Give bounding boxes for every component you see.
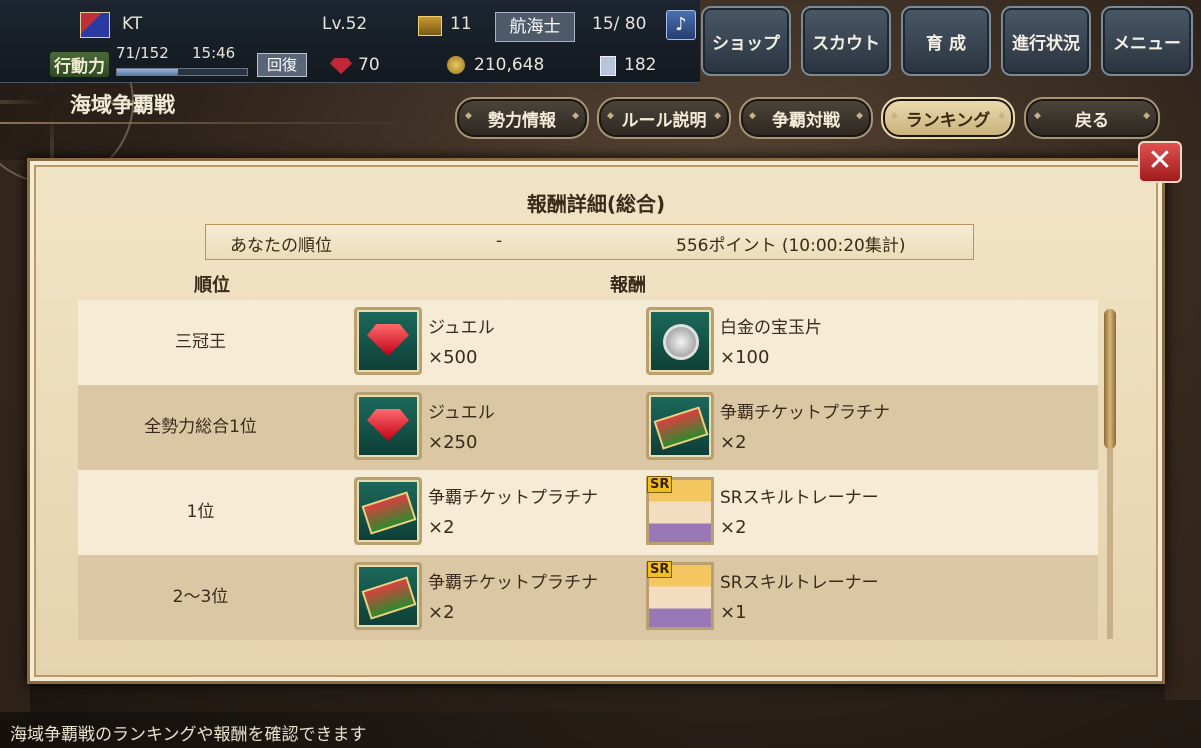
- nation-flag-icon: [80, 12, 110, 38]
- recover-button[interactable]: 回復: [257, 53, 307, 77]
- reward-name: ジュエル: [428, 403, 495, 423]
- stamina-value: 71/152: [116, 44, 169, 62]
- menu-button[interactable]: メニュー: [1101, 6, 1193, 76]
- reward-name: 争覇チケットプラチナ: [428, 573, 598, 593]
- table-row: 1位 争覇チケットプラチナ ×2 SR SRスキルトレーナー ×2: [78, 470, 1098, 555]
- background-beam: [1165, 160, 1201, 700]
- tab-faction-info[interactable]: 勢力情報: [455, 97, 589, 139]
- stamina-timer: 15:46: [192, 44, 236, 62]
- player-name: KT: [122, 14, 143, 34]
- table-row: 2～3位 争覇チケットプラチナ ×2 SR SRスキルトレーナー ×1: [78, 555, 1098, 640]
- reward-quantity: ×2: [428, 517, 455, 538]
- job-badge: 航海士: [495, 12, 575, 42]
- ticket-icon: [354, 477, 422, 545]
- status-bar: KT Lv.52 11 航海士 15/ 80 ♪ 行動力 71/152 15:4…: [0, 0, 700, 83]
- stamina-fill: [117, 69, 179, 75]
- your-points: 556ポイント (10:00:20集計): [676, 236, 906, 256]
- tab-ranking[interactable]: ランキング: [881, 97, 1015, 139]
- reward-quantity: ×500: [428, 347, 478, 368]
- coin-count: 210,648: [474, 55, 545, 75]
- column-header-rank: 順位: [194, 275, 230, 296]
- reward-table[interactable]: 三冠王 ジュエル ×500 白金の宝玉片 ×100 全勢力総合1位 ジュエル ×…: [78, 300, 1098, 640]
- coin-icon: [447, 56, 465, 74]
- sr-badge: SR: [647, 476, 673, 493]
- tab-battle[interactable]: 争覇対戦: [739, 97, 873, 139]
- gem-count: 70: [358, 55, 380, 75]
- jewel-icon: [354, 307, 422, 375]
- player-level: Lv.52: [322, 14, 368, 34]
- training-button[interactable]: 育 成: [901, 6, 991, 76]
- treasure-chest-icon: [418, 16, 442, 36]
- jewel-icon: [354, 392, 422, 460]
- page-title: 海域争覇戦: [70, 93, 175, 117]
- shop-button[interactable]: ショップ: [701, 6, 791, 76]
- back-button[interactable]: 戻る: [1024, 97, 1160, 139]
- music-note-icon[interactable]: ♪: [666, 10, 696, 40]
- reward-quantity: ×2: [720, 517, 747, 538]
- table-row: 全勢力総合1位 ジュエル ×250 争覇チケットプラチナ ×2: [78, 385, 1098, 470]
- reward-quantity: ×100: [720, 347, 770, 368]
- reward-quantity: ×250: [428, 432, 478, 453]
- rank-cell: 2～3位: [172, 587, 229, 607]
- progress-button[interactable]: 進行状況: [1001, 6, 1091, 76]
- your-rank-box: あなたの順位 - 556ポイント (10:00:20集計): [205, 224, 974, 260]
- reward-name: ジュエル: [428, 318, 495, 338]
- stamina-label: 行動力: [50, 52, 109, 77]
- reward-name: 争覇チケットプラチナ: [428, 488, 598, 508]
- close-button[interactable]: ✕: [1138, 141, 1182, 183]
- stamina-bar: [116, 68, 248, 76]
- sr-trainer-portrait-icon: SR: [646, 476, 714, 545]
- your-rank-label: あなたの順位: [230, 236, 332, 256]
- reward-quantity: ×2: [428, 602, 455, 623]
- scrollbar-thumb[interactable]: [1104, 309, 1116, 449]
- reward-name: 白金の宝玉片: [720, 318, 822, 338]
- tab-rules[interactable]: ルール説明: [597, 97, 731, 139]
- title-divider: [0, 122, 420, 124]
- hint-text: 海域争覇戦のランキングや報酬を確認できます: [10, 725, 367, 745]
- gem-icon: [330, 58, 352, 74]
- rank-cell: 全勢力総合1位: [144, 417, 257, 437]
- ticket-icon: [646, 392, 714, 460]
- rank-cell: 三冠王: [175, 332, 226, 352]
- panel-title: 報酬詳細(総合): [526, 192, 666, 216]
- reward-name: 争覇チケットプラチナ: [720, 403, 890, 423]
- ticket-icon: [354, 562, 422, 630]
- reward-quantity: ×2: [720, 432, 747, 453]
- sr-badge: SR: [647, 561, 673, 578]
- reward-name: SRスキルトレーナー: [720, 573, 879, 593]
- hint-bar: 海域争覇戦のランキングや報酬を確認できます: [0, 712, 700, 748]
- sr-trainer-portrait-icon: SR: [646, 561, 714, 630]
- rank-cell: 1位: [186, 502, 215, 522]
- reward-name: SRスキルトレーナー: [720, 488, 879, 508]
- scout-button[interactable]: スカウト: [801, 6, 891, 76]
- platinum-gem-fragment-icon: [646, 307, 714, 375]
- column-header-reward: 報酬: [610, 275, 646, 296]
- card-icon: [600, 56, 616, 76]
- table-row: 三冠王 ジュエル ×500 白金の宝玉片 ×100: [78, 300, 1098, 385]
- background-beam: [0, 160, 30, 720]
- card-count: 182: [624, 55, 657, 75]
- reward-detail-panel: 報酬詳細(総合) あなたの順位 - 556ポイント (10:00:20集計) 順…: [27, 158, 1165, 684]
- reward-quantity: ×1: [720, 602, 747, 623]
- chest-count: 11: [450, 14, 472, 34]
- crew-count: 15/ 80: [592, 14, 647, 34]
- your-rank-value: -: [496, 231, 503, 251]
